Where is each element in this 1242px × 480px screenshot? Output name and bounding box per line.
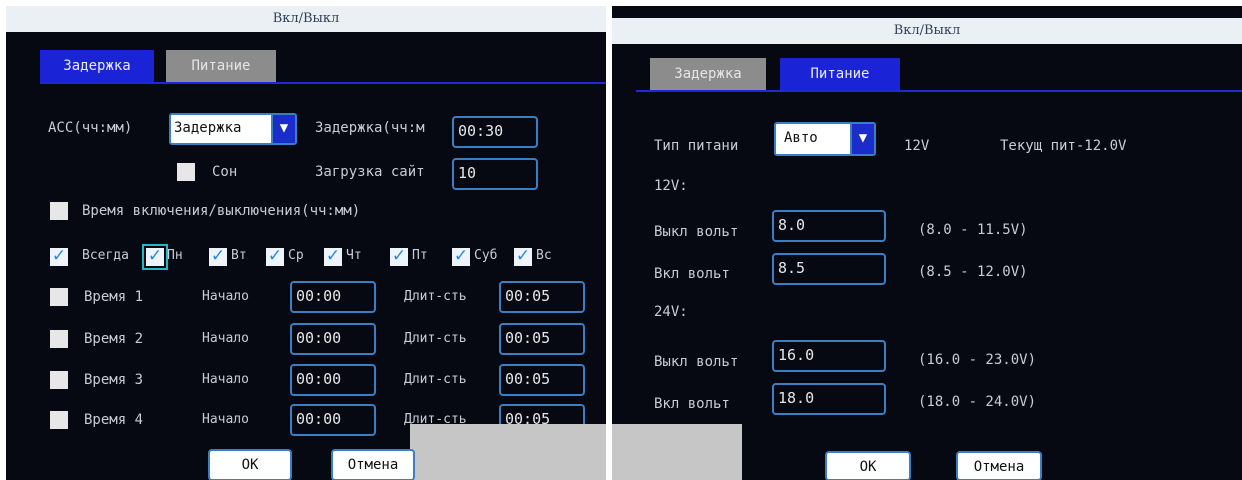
- chevron-down-icon: ▼: [850, 124, 874, 154]
- on-voltage-24v-label: Вкл вольт: [654, 396, 730, 412]
- day-label-wed: Ср: [288, 248, 304, 263]
- schedule-4-start-label: Начало: [202, 412, 249, 427]
- delay-settings-panel: Вкл/Выкл Задержка Питание ACC(чч:мм) Зад…: [6, 6, 606, 480]
- power-type-select[interactable]: Авто ▼: [774, 122, 876, 156]
- friday-checkbox[interactable]: ✓: [390, 248, 408, 266]
- monday-checkbox[interactable]: ✓: [142, 244, 168, 270]
- schedule-2-start-label: Начало: [202, 331, 249, 346]
- voltage-indicator: 12V: [904, 138, 930, 154]
- tab-underline: [40, 82, 606, 84]
- on-voltage-12v-label: Вкл вольт: [654, 266, 730, 282]
- schedule-4-label: Время 4: [84, 412, 144, 428]
- off-voltage-24v-label: Выкл вольт: [654, 354, 739, 370]
- power-settings-panel: Вкл/Выкл Задержка Питание Тип питани Авт…: [612, 6, 1242, 480]
- wednesday-checkbox[interactable]: ✓: [266, 248, 284, 266]
- current-power-text: Текущ пит-12.0V: [1000, 138, 1127, 154]
- always-checkbox[interactable]: ✓: [50, 248, 68, 266]
- sleep-label: Сон: [212, 164, 238, 180]
- schedule-1-start-label: Начало: [202, 289, 249, 304]
- schedule-3-checkbox[interactable]: [50, 371, 68, 389]
- schedule-3-label: Время 3: [84, 372, 144, 388]
- thursday-checkbox[interactable]: ✓: [324, 248, 342, 266]
- tuesday-checkbox[interactable]: ✓: [209, 248, 227, 266]
- day-label-tue: Вт: [231, 248, 247, 263]
- ok-button[interactable]: ОК: [825, 451, 911, 480]
- time-onoff-checkbox[interactable]: [50, 202, 68, 220]
- off-voltage-24v-range: (16.0 - 23.0V): [918, 352, 1037, 368]
- upload-input[interactable]: 10: [452, 158, 538, 190]
- on-voltage-24v-input[interactable]: 18.0: [772, 383, 886, 415]
- schedule-1-start-input[interactable]: 00:00: [290, 281, 376, 313]
- day-label-fri: Пт: [412, 248, 428, 263]
- schedule-2-start-input[interactable]: 00:00: [290, 323, 376, 355]
- tab-delay[interactable]: Задержка: [40, 50, 154, 82]
- schedule-3-start-input[interactable]: 00:00: [290, 364, 376, 396]
- schedule-2-duration-label: Длит-сть: [404, 331, 467, 346]
- tab-underline: [636, 90, 1242, 92]
- day-label-sat: Суб: [474, 248, 498, 263]
- off-voltage-24v-input[interactable]: 16.0: [772, 340, 886, 372]
- day-label-thu: Чт: [346, 248, 362, 263]
- acc-mode-select[interactable]: Задержка ▼: [169, 113, 297, 145]
- on-voltage-24v-range: (18.0 - 24.0V): [918, 394, 1037, 410]
- upload-label: Загрузка сайт: [315, 164, 425, 180]
- chevron-down-icon: ▼: [271, 115, 295, 143]
- schedule-1-duration-input[interactable]: 00:05: [499, 281, 585, 313]
- cancel-button[interactable]: Отмена: [956, 451, 1042, 480]
- power-type-label: Тип питани: [654, 138, 739, 154]
- power-type-value: Авто: [784, 130, 818, 146]
- delay-input[interactable]: 00:30: [452, 116, 538, 148]
- tab-power[interactable]: Питание: [780, 58, 900, 90]
- schedule-1-checkbox[interactable]: [50, 288, 68, 306]
- off-voltage-12v-input[interactable]: 8.0: [772, 210, 886, 242]
- schedule-2-label: Время 2: [84, 331, 144, 347]
- ok-button[interactable]: ОК: [208, 449, 292, 480]
- cancel-button[interactable]: Отмена: [331, 449, 415, 480]
- screen-glare: [410, 424, 606, 480]
- acc-label: ACC(чч:мм): [48, 120, 133, 136]
- sunday-checkbox[interactable]: ✓: [514, 248, 532, 266]
- tab-delay[interactable]: Задержка: [650, 58, 766, 90]
- sleep-checkbox[interactable]: [177, 163, 195, 181]
- delay-label: Задержка(чч:м: [315, 120, 425, 136]
- schedule-3-start-label: Начало: [202, 372, 249, 387]
- schedule-1-label: Время 1: [84, 289, 144, 305]
- schedule-4-checkbox[interactable]: [50, 411, 68, 429]
- section-12v-label: 12V:: [654, 178, 688, 194]
- schedule-3-duration-label: Длит-сть: [404, 372, 467, 387]
- time-onoff-label: Время включения/выключения(чч:мм): [82, 203, 361, 219]
- dialog-title: Вкл/Выкл: [6, 6, 606, 32]
- acc-mode-value: Задержка: [174, 120, 242, 136]
- saturday-checkbox[interactable]: ✓: [452, 248, 470, 266]
- tab-power[interactable]: Питание: [166, 50, 276, 82]
- schedule-2-checkbox[interactable]: [50, 330, 68, 348]
- day-label-always: Всегда: [82, 248, 129, 263]
- schedule-3-duration-input[interactable]: 00:05: [499, 364, 585, 396]
- day-label-sun: Вс: [536, 248, 552, 263]
- screen-glare: [612, 424, 742, 480]
- on-voltage-12v-input[interactable]: 8.5: [772, 253, 886, 285]
- dialog-title: Вкл/Выкл: [612, 18, 1242, 44]
- off-voltage-12v-range: (8.0 - 11.5V): [918, 222, 1028, 238]
- on-voltage-12v-range: (8.5 - 12.0V): [918, 264, 1028, 280]
- schedule-2-duration-input[interactable]: 00:05: [499, 323, 585, 355]
- day-label-mon: Пн: [167, 248, 183, 263]
- schedule-1-duration-label: Длит-сть: [404, 289, 467, 304]
- section-24v-label: 24V:: [654, 304, 688, 320]
- schedule-4-start-input[interactable]: 00:00: [290, 404, 376, 436]
- off-voltage-12v-label: Выкл вольт: [654, 224, 739, 240]
